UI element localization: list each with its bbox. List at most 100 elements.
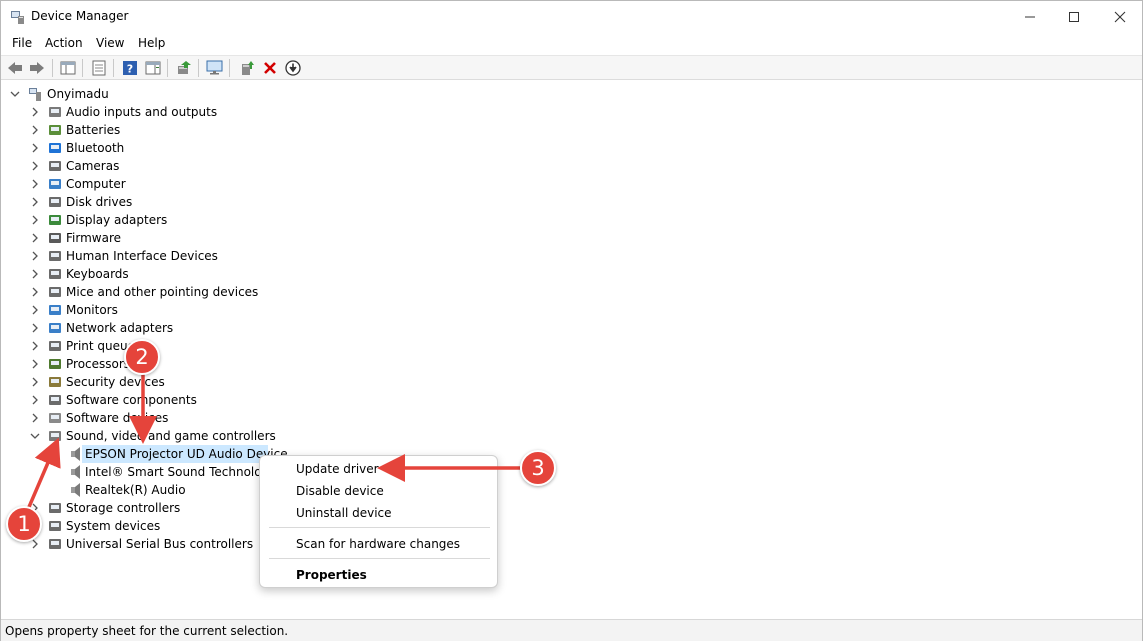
show-hide-console-tree-button[interactable] <box>57 58 79 78</box>
tree-category-row[interactable]: Batteries <box>27 121 287 139</box>
chevron-right-icon[interactable] <box>29 340 41 352</box>
monitor-scan-icon <box>206 60 223 75</box>
update-driver-toolbar-button[interactable] <box>173 58 195 78</box>
tree-device-realtek[interactable]: Realtek(R) Audio <box>65 481 275 499</box>
security-device-icon <box>49 377 61 387</box>
tree-category-row[interactable]: Mice and other pointing devices <box>27 283 287 301</box>
tree-category-row[interactable]: Software components <box>27 391 287 409</box>
keyboard-icon <box>49 269 61 279</box>
software-device-icon <box>49 413 61 423</box>
tree-category-row[interactable]: Bluetooth <box>27 139 287 157</box>
category-label: Audio inputs and outputs <box>66 105 218 119</box>
tree-category-row[interactable]: Security devices <box>27 373 287 391</box>
chevron-right-icon[interactable] <box>29 124 41 136</box>
device-label: Realtek(R) Audio <box>85 483 186 497</box>
speaker-icon <box>71 447 80 461</box>
minimize-icon <box>1025 16 1035 17</box>
menu-help[interactable]: Help <box>138 36 165 50</box>
maximize-button[interactable] <box>1051 1 1097 32</box>
tree-category-row[interactable]: Human Interface Devices <box>27 247 287 265</box>
help-icon: ? <box>123 61 137 76</box>
tree-category-row[interactable]: Audio inputs and outputs <box>27 103 287 121</box>
chevron-right-icon[interactable] <box>29 502 41 514</box>
toolbar: ? <box>1 55 1142 80</box>
tree-category-row[interactable]: Processors <box>27 355 287 373</box>
tree-category-row[interactable]: Print queues <box>27 337 287 355</box>
chevron-down-icon[interactable] <box>29 430 41 442</box>
menu-item-uninstall-device[interactable]: Uninstall device <box>296 506 392 520</box>
storage-controller-icon <box>49 503 61 513</box>
chevron-right-icon[interactable] <box>29 232 41 244</box>
chevron-right-icon[interactable] <box>29 268 41 280</box>
chevron-right-icon[interactable] <box>29 520 41 532</box>
tree-category-row[interactable]: Monitors <box>27 301 287 319</box>
category-label: Processors <box>66 357 131 371</box>
tree-device-intel-sst[interactable]: Intel® Smart Sound Technology <box>65 463 276 481</box>
tree-category-row[interactable]: System devices <box>27 517 287 535</box>
chevron-right-icon[interactable] <box>29 322 41 334</box>
tree-category-row[interactable]: Network adapters <box>27 319 287 337</box>
category-label: Batteries <box>66 123 121 137</box>
printer-icon <box>49 341 61 351</box>
chevron-right-icon[interactable] <box>29 376 41 388</box>
menu-item-properties[interactable]: Properties <box>296 568 367 582</box>
processor-icon <box>49 359 61 369</box>
computer-icon <box>49 179 61 189</box>
minimize-button[interactable] <box>1007 1 1053 32</box>
tree-category-row[interactable]: Cameras <box>27 157 287 175</box>
chevron-right-icon[interactable] <box>29 214 41 226</box>
menu-item-scan-hardware[interactable]: Scan for hardware changes <box>296 537 460 551</box>
chevron-right-icon[interactable] <box>29 538 41 550</box>
tree-category-row[interactable]: Storage controllers <box>27 499 287 517</box>
forward-button[interactable] <box>26 58 48 78</box>
toolbar-separator <box>198 59 199 77</box>
tree-category-row[interactable]: Firmware <box>27 229 287 247</box>
tree-root-row[interactable]: Onyimadu <box>7 85 207 103</box>
mouse-icon <box>49 287 61 297</box>
menu-item-disable-device[interactable]: Disable device <box>296 484 384 498</box>
tree-category-row[interactable]: Software devices <box>27 409 287 427</box>
category-label: Monitors <box>66 303 118 317</box>
device-tree[interactable]: Onyimadu Audio inputs and outputs Batteri… <box>3 81 1142 615</box>
chevron-right-icon[interactable] <box>29 142 41 154</box>
tree-category-row[interactable]: Universal Serial Bus controllers <box>27 535 287 553</box>
help-toolbar-button[interactable]: ? <box>119 58 141 78</box>
software-component-icon <box>49 395 61 405</box>
category-label: Mice and other pointing devices <box>66 285 259 299</box>
chevron-right-icon[interactable] <box>29 250 41 262</box>
disable-toolbar-button[interactable] <box>282 58 304 78</box>
maximize-icon <box>1069 11 1079 22</box>
add-driver-toolbar-button[interactable] <box>236 58 258 78</box>
monitor-icon <box>49 305 61 315</box>
tree-category-row[interactable]: Sound, video and game controllers <box>27 427 287 445</box>
chevron-right-icon[interactable] <box>29 106 41 118</box>
chevron-right-icon[interactable] <box>29 178 41 190</box>
chevron-right-icon[interactable] <box>29 358 41 370</box>
action-pane-button[interactable] <box>142 58 164 78</box>
tree-device-epson[interactable]: EPSON Projector UD Audio Device <box>65 445 288 463</box>
camera-icon <box>49 161 61 171</box>
chevron-right-icon[interactable] <box>29 160 41 172</box>
menu-item-update-driver[interactable]: Update driver <box>296 462 379 476</box>
chevron-right-icon[interactable] <box>29 304 41 316</box>
tree-category-row[interactable]: Computer <box>27 175 287 193</box>
properties-toolbar-button[interactable] <box>88 58 110 78</box>
scan-hardware-toolbar-button[interactable] <box>204 58 226 78</box>
menu-separator <box>269 527 490 528</box>
chevron-right-icon[interactable] <box>29 196 41 208</box>
chevron-down-icon[interactable] <box>9 88 21 100</box>
tree-category-row[interactable]: Keyboards <box>27 265 287 283</box>
close-button[interactable] <box>1097 1 1143 32</box>
chevron-right-icon[interactable] <box>29 412 41 424</box>
menu-file[interactable]: File <box>12 36 32 50</box>
chevron-right-icon[interactable] <box>29 286 41 298</box>
menu-view[interactable]: View <box>96 36 124 50</box>
chevron-right-icon[interactable] <box>29 394 41 406</box>
tree-category-row[interactable]: Disk drives <box>27 193 287 211</box>
tree-category-row[interactable]: Display adapters <box>27 211 287 229</box>
toolbar-separator <box>82 59 83 77</box>
back-button[interactable] <box>4 58 26 78</box>
category-label: Security devices <box>66 375 165 389</box>
menu-action[interactable]: Action <box>45 36 83 50</box>
uninstall-toolbar-button[interactable] <box>259 58 281 78</box>
